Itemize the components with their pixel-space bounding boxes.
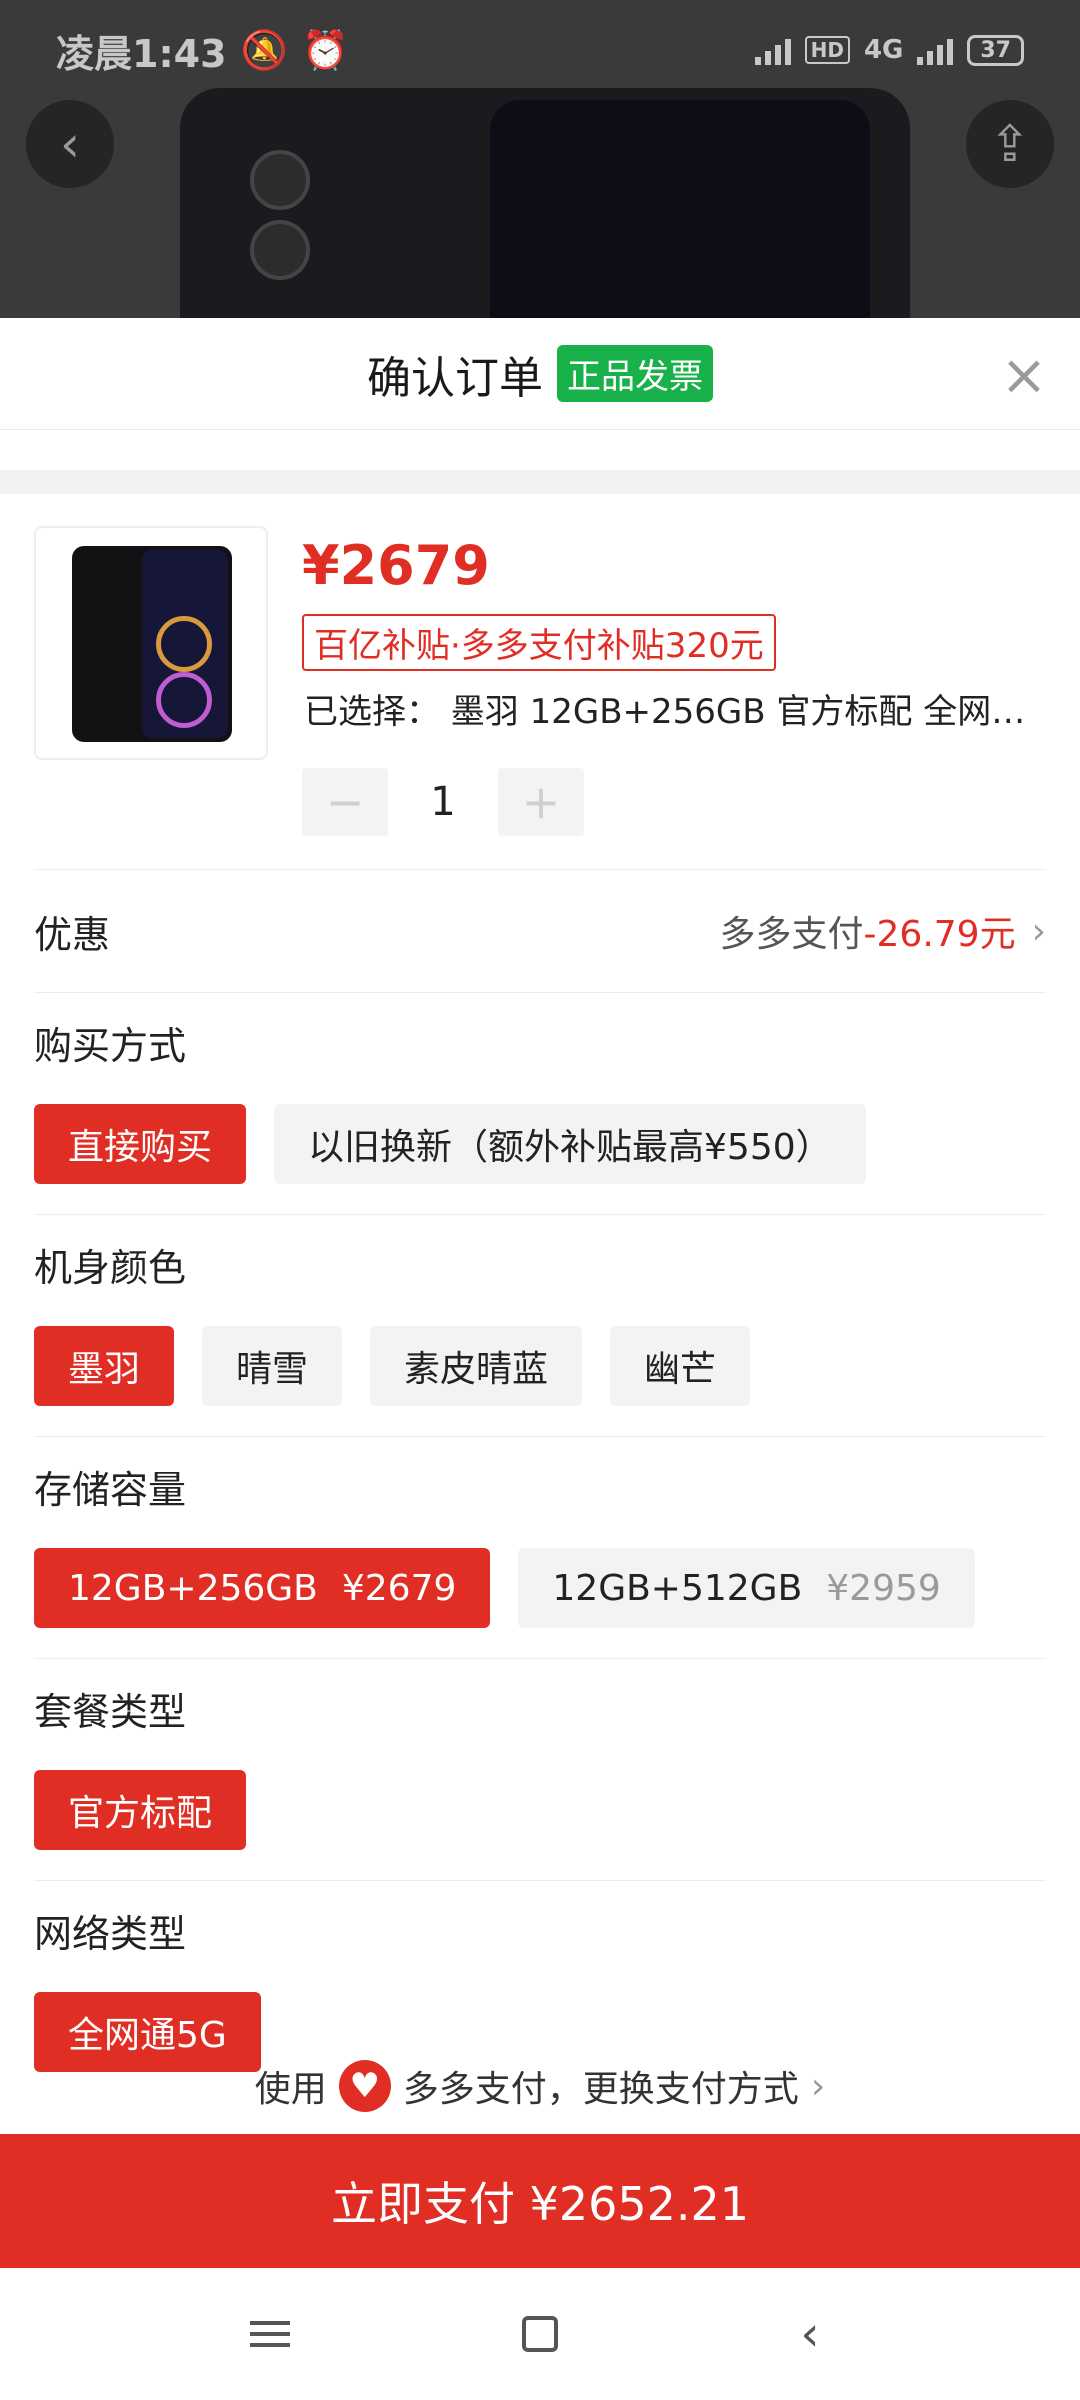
invoice-badge: 正品发票 (557, 345, 713, 402)
storage-section: 存储容量 12GB+256GB ¥2679 12GB+512GB ¥2959 (0, 1437, 1080, 1658)
product-summary: ¥2679 百亿补贴·多多支付补贴320元 已选择： 墨羽 12GB+256GB… (0, 494, 1080, 869)
product-price: ¥2679 (302, 534, 490, 597)
close-icon[interactable]: × (996, 348, 1052, 404)
sheet-header: 确认订单 正品发票 × (0, 318, 1080, 430)
signal-icon (754, 35, 791, 65)
product-image-screen (490, 100, 870, 318)
network-label: 4G (863, 35, 904, 65)
package-option[interactable]: 官方标配 (34, 1770, 247, 1850)
share-icon: ⇪ (989, 115, 1031, 173)
system-nav-bar: ‹ (0, 2268, 1080, 2400)
camera-lens (250, 220, 310, 280)
alarm-icon: ⏰ (301, 27, 350, 72)
purchase-method-section: 购买方式 直接购买 以旧换新（额外补贴最高¥550） (0, 993, 1080, 1214)
color-section: 机身颜色 墨羽 晴雪 素皮晴蓝 幽芒 (0, 1215, 1080, 1436)
status-bar: 凌晨1:43 🔕 ⏰ HD 4G 37 (0, 0, 1080, 100)
menu-icon[interactable] (240, 2304, 300, 2364)
package-section: 套餐类型 官方标配 (0, 1659, 1080, 1880)
section-title: 机身颜色 (34, 1246, 187, 1290)
section-separator (0, 470, 1080, 494)
storage-price: ¥2959 (826, 1567, 941, 1609)
product-thumbnail[interactable] (34, 526, 268, 760)
quantity-stepper: − 1 + (302, 768, 584, 836)
battery-icon: 37 (967, 34, 1024, 66)
discount-value: 多多支付-26.79元 (719, 914, 1016, 955)
section-title: 网络类型 (34, 1912, 187, 1956)
storage-option[interactable]: 12GB+256GB ¥2679 (34, 1548, 491, 1628)
option-direct-buy[interactable]: 直接购买 (34, 1104, 247, 1184)
payment-method-label: 多多支付，更换支付方式 (402, 2069, 799, 2110)
chevron-right-icon: › (1031, 910, 1046, 952)
selected-spec: 已选择： 墨羽 12GB+256GB 官方标配 全网通5G (304, 692, 1044, 732)
pay-now-button[interactable]: 立即支付 ¥2652.21 (0, 2134, 1080, 2268)
color-option[interactable]: 墨羽 (34, 1326, 175, 1406)
quantity-value[interactable]: 1 (388, 779, 498, 825)
home-button[interactable] (510, 2304, 570, 2364)
share-button[interactable]: ⇪ (966, 100, 1054, 188)
payment-method-row[interactable]: 使用 ♥ 多多支付，更换支付方式 › (0, 2038, 1080, 2134)
signal-icon (917, 35, 954, 65)
section-title: 套餐类型 (34, 1690, 187, 1734)
order-sheet: 确认订单 正品发票 × ¥2679 百亿补贴·多多支付补贴320元 已选择： 墨… (0, 318, 1080, 2268)
discount-label: 优惠 (34, 912, 111, 957)
camera-lens (250, 150, 310, 210)
increase-button[interactable]: + (498, 768, 584, 836)
heart-icon: ♥ (338, 2060, 391, 2112)
section-title: 购买方式 (34, 1024, 187, 1068)
option-trade-in[interactable]: 以旧换新（额外补贴最高¥550） (274, 1104, 866, 1184)
discount-row[interactable]: 优惠 多多支付-26.79元 › (0, 870, 1080, 992)
chevron-left-icon: ‹ (800, 2306, 820, 2362)
storage-option[interactable]: 12GB+512GB ¥2959 (518, 1548, 975, 1628)
subsidy-tag: 百亿补贴·多多支付补贴320元 (302, 614, 776, 671)
status-time: 凌晨1:43 (56, 31, 227, 76)
chevron-right-icon: › (810, 2065, 826, 2107)
page-title: 确认订单 (367, 352, 543, 404)
chevron-left-icon: ‹ (60, 115, 80, 173)
section-title: 存储容量 (34, 1468, 187, 1512)
back-button[interactable]: ‹ (26, 100, 114, 188)
color-option[interactable]: 晴雪 (202, 1326, 343, 1406)
home-icon (522, 2316, 558, 2352)
storage-price: ¥2679 (341, 1567, 457, 1609)
order-confirm-screen: 凌晨1:43 🔕 ⏰ HD 4G 37 ‹ ⇪ 确认订单 正品发票 × ¥267… (0, 0, 1080, 2400)
hd-icon: HD (804, 36, 850, 64)
bell-muted-icon: 🔕 (240, 27, 288, 72)
back-nav-button[interactable]: ‹ (780, 2304, 840, 2364)
color-option[interactable]: 幽芒 (610, 1326, 751, 1406)
decrease-button[interactable]: − (302, 768, 388, 836)
color-option[interactable]: 素皮晴蓝 (370, 1326, 583, 1406)
